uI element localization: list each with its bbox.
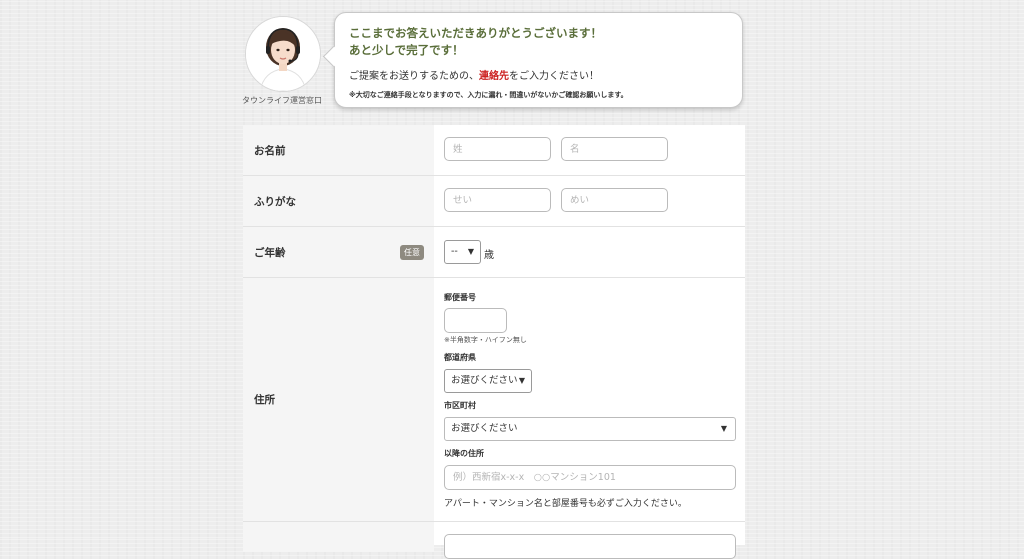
bubble-heading: ここまでお答えいただきありがとうございます！ あと少しで完了です！ (349, 25, 742, 59)
prefecture-select-value: お選びください (451, 375, 518, 386)
speech-bubble: ここまでお答えいただきありがとうございます！ あと少しで完了です！ ご提案をお送… (322, 12, 743, 108)
bubble-body: ご提案をお送りするための、連絡先をご入力ください！ (349, 67, 742, 82)
bubble-heading-line2: あと少しで完了です！ (349, 43, 464, 57)
first-name-kana-input[interactable] (561, 188, 668, 212)
operator-illustration (246, 17, 320, 91)
age-label: ご年齢 (254, 247, 286, 259)
contact-form: お名前 ふりがな ご年齢 任意 -- ▼ 歳 住所 郵便番号 ※半角数字・ハイフ… (243, 125, 745, 559)
city-label: 市区町村 (444, 401, 476, 410)
furigana-row: ふりがな (243, 176, 745, 227)
optional-badge: 任意 (400, 245, 424, 260)
age-label-cell: ご年齢 任意 (243, 227, 434, 277)
furigana-label: ふりがな (254, 196, 296, 208)
next-row (243, 522, 745, 559)
chevron-down-icon: ▼ (518, 376, 525, 385)
bubble-body-accent: 連絡先 (479, 71, 509, 82)
chevron-down-icon: ▼ (720, 424, 727, 433)
operator-caption: タウンライフ運営窓口 (242, 96, 322, 105)
postal-code-note: ※半角数字・ハイフン無し (444, 336, 527, 344)
bubble-body-suffix: をご入力ください！ (509, 71, 599, 82)
address-label-cell: 住所 (243, 278, 434, 521)
next-row-label-cell (243, 522, 434, 552)
name-label: お名前 (254, 145, 286, 157)
street-address-note: アパート・マンション名と部屋番号も必ずご入力ください。 (444, 499, 687, 509)
postal-code-input[interactable] (444, 308, 507, 333)
age-select-value: -- (451, 246, 458, 257)
last-name-input[interactable] (444, 137, 551, 161)
bubble-body-prefix: ご提案をお送りするための、 (349, 71, 479, 82)
chevron-down-icon: ▼ (467, 247, 474, 256)
postal-code-label: 郵便番号 (444, 293, 476, 302)
bubble-note: ※大切なご連絡手段となりますので、入力に漏れ・間違いがないかご確認お願いします。 (349, 91, 628, 99)
first-name-input[interactable] (561, 137, 668, 161)
prefecture-select[interactable]: お選びください ▼ (444, 369, 532, 393)
city-select-value: お選びください (451, 423, 518, 434)
city-select[interactable]: お選びください ▼ (444, 417, 736, 441)
bubble-heading-line1: ここまでお答えいただきありがとうございます！ (349, 26, 602, 40)
age-row: ご年齢 任意 -- ▼ 歳 (243, 227, 745, 278)
street-address-input[interactable] (444, 465, 736, 490)
prefecture-label: 都道府県 (444, 353, 476, 362)
last-name-kana-input[interactable] (444, 188, 551, 212)
age-unit: 歳 (484, 250, 494, 261)
furigana-label-cell: ふりがな (243, 176, 434, 226)
street-address-label: 以降の住所 (444, 449, 484, 458)
operator-avatar (245, 16, 321, 92)
speech-bubble-tail (322, 45, 345, 68)
name-label-cell: お名前 (243, 125, 434, 175)
address-row: 住所 郵便番号 ※半角数字・ハイフン無し 都道府県 お選びください ▼ 市区町村… (243, 278, 745, 522)
address-label: 住所 (254, 394, 275, 406)
name-row: お名前 (243, 125, 745, 176)
age-select[interactable]: -- ▼ (444, 240, 481, 264)
